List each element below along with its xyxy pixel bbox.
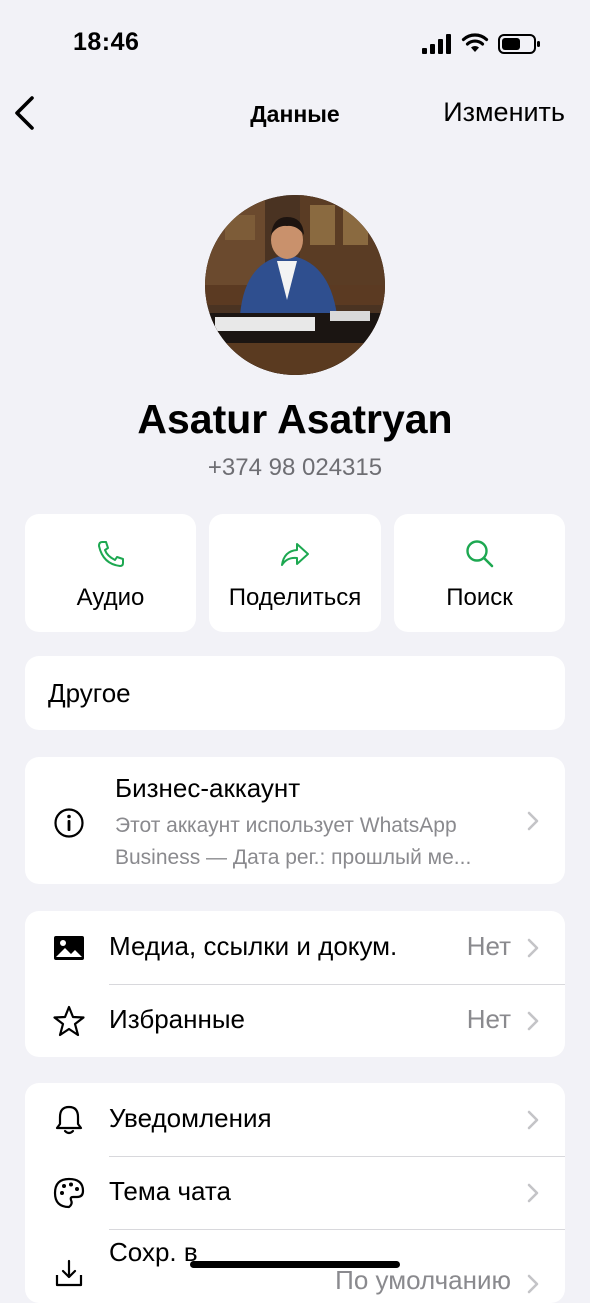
search-label: Поиск xyxy=(446,584,513,611)
business-title: Бизнес-аккаунт xyxy=(115,773,301,803)
palette-icon xyxy=(53,1177,85,1209)
status-time: 18:46 xyxy=(73,28,140,56)
avatar-photo xyxy=(205,195,385,375)
share-button[interactable]: Поделиться xyxy=(209,514,381,632)
battery-icon xyxy=(498,34,540,54)
business-desc-line1: Этот аккаунт использует WhatsApp xyxy=(115,814,457,837)
chevron-right-icon xyxy=(527,1183,539,1203)
audio-call-button[interactable]: Аудио xyxy=(25,514,196,632)
info-icon xyxy=(54,808,84,838)
notifications-label: Уведомления xyxy=(109,1103,272,1133)
search-icon xyxy=(465,540,493,568)
save-icon xyxy=(55,1259,83,1287)
save-to-label: Сохр. в xyxy=(109,1237,198,1267)
contact-name: Asatur Asatryan xyxy=(137,396,453,442)
bell-icon xyxy=(55,1105,83,1135)
save-to-value: По умолчанию xyxy=(335,1265,511,1295)
business-desc-line2: Business — Дата рег.: прошлый ме... xyxy=(115,846,472,869)
starred-row[interactable]: Избранные Нет xyxy=(25,984,565,1057)
business-account-row[interactable]: Бизнес-аккаунт Этот аккаунт использует W… xyxy=(25,757,565,884)
contact-phone: +374 98 024315 xyxy=(207,454,383,481)
chat-theme-label: Тема чата xyxy=(109,1176,231,1206)
notifications-row[interactable]: Уведомления xyxy=(25,1083,565,1156)
chevron-right-icon xyxy=(527,1274,539,1294)
other-label: Другое xyxy=(48,678,131,708)
chevron-right-icon xyxy=(527,811,539,831)
search-button[interactable]: Поиск xyxy=(394,514,565,632)
media-section: Медиа, ссылки и докум. Нет Избранные Нет xyxy=(25,911,565,1057)
media-links-docs-row[interactable]: Медиа, ссылки и докум. Нет xyxy=(25,911,565,984)
starred-label: Избранные xyxy=(109,1004,245,1034)
starred-value: Нет xyxy=(466,1004,511,1034)
share-icon xyxy=(281,543,309,566)
other-row[interactable]: Другое xyxy=(25,656,565,730)
home-indicator[interactable] xyxy=(190,1261,400,1268)
nav-bar: Данные Изменить xyxy=(0,85,590,145)
edit-button[interactable]: Изменить xyxy=(443,97,565,128)
phone-icon xyxy=(97,541,124,567)
signal-icon xyxy=(422,34,451,54)
wifi-icon xyxy=(461,33,489,52)
chevron-right-icon xyxy=(527,938,539,958)
chat-theme-row[interactable]: Тема чата xyxy=(25,1156,565,1229)
audio-label: Аудио xyxy=(76,584,145,611)
status-bar: 18:46 xyxy=(0,0,590,80)
star-icon xyxy=(53,1005,85,1037)
chevron-right-icon xyxy=(527,1110,539,1130)
media-links-docs-value: Нет xyxy=(466,931,511,961)
settings-section: Уведомления Тема чата Сохр. в По умолчан… xyxy=(25,1083,565,1303)
media-links-docs-label: Медиа, ссылки и докум. xyxy=(109,931,398,961)
share-label: Поделиться xyxy=(228,584,362,611)
photo-icon xyxy=(54,936,84,960)
chevron-right-icon xyxy=(527,1011,539,1031)
avatar[interactable] xyxy=(205,195,385,375)
